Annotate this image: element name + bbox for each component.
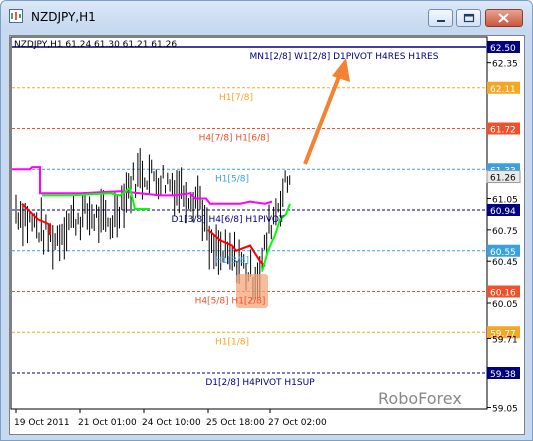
maximize-button[interactable] (456, 9, 481, 27)
price-tag-label: 60.55 (490, 248, 516, 258)
maximize-icon (463, 13, 475, 23)
level-label: H1[3/8] (215, 256, 249, 266)
level-label: D1[3/8] H4[6/8] H1PIVOT (171, 215, 285, 225)
y-tick-label: 59.05 (492, 404, 518, 414)
x-tick-label: 25 Oct 18:00 (206, 418, 265, 428)
current-price-label: 61.26 (490, 174, 516, 184)
title-bar[interactable]: NZDJPY,H1 (1, 1, 532, 31)
window-title: NZDJPY,H1 (31, 10, 96, 24)
info-line: NZDJPY,H1 61.24 61.30 61.21 61.26 (14, 40, 177, 50)
y-tick-label: 60.05 (492, 300, 518, 310)
watermark: RoboForex (378, 389, 462, 408)
price-axis: 62.5062.1161.7261.3360.9460.5560.1659.77… (486, 41, 521, 414)
chart-area[interactable]: NZDJPY,H1 61.24 61.30 61.21 61.26 MN1[2/… (9, 35, 525, 435)
price-tag-label: 60.16 (490, 289, 516, 299)
price-tag-label: 61.72 (490, 126, 516, 136)
price-tag-label: 62.50 (490, 44, 516, 54)
price-tag-label: 59.38 (490, 370, 516, 380)
minimize-button[interactable] (428, 9, 453, 27)
chart-icon (9, 9, 23, 23)
x-tick-label: 21 Oct 01:00 (78, 418, 137, 428)
level-label: H1[1/8] (215, 337, 249, 347)
x-tick-label: 24 Oct 10:00 (142, 418, 201, 428)
price-chart[interactable]: NZDJPY,H1 61.24 61.30 61.21 61.26 MN1[2/… (10, 36, 524, 434)
time-axis: 19 Oct 2011 21 Oct 01:00 24 Oct 10:00 25 Oc… (14, 409, 327, 428)
close-icon (498, 13, 509, 23)
y-tick-label: 60.45 (492, 258, 518, 268)
x-tick-label: 19 Oct 2011 (14, 418, 70, 428)
level-label: H1[7/8] (219, 93, 253, 103)
level-label: H4[7/8] H1[6/8] (199, 134, 270, 144)
y-tick-label: 62.35 (492, 60, 518, 70)
y-tick-label: 60.75 (492, 227, 518, 237)
y-tick-label: 59.71 (492, 336, 518, 346)
level-label: H1[5/8] (215, 174, 249, 184)
level-label: D1[2/8] H4PIVOT H1SUP (205, 378, 315, 388)
price-tag-label: 62.11 (490, 85, 516, 95)
price-tag-label: 60.94 (490, 207, 516, 217)
level-label: H4[5/8] H1[2/8] (195, 297, 266, 307)
x-tick-label: 27 Oct 02:00 (268, 418, 327, 428)
y-tick-label: 61.05 (492, 196, 518, 206)
close-button[interactable] (485, 9, 523, 27)
minimize-icon (437, 20, 445, 22)
chart-window: NZDJPY,H1 NZDJPY,H1 61.24 61.30 61.21 61… (0, 0, 533, 441)
level-label: MN1[2/8] W1[2/8] D1PIVOT H4RES H1RES (250, 52, 439, 62)
